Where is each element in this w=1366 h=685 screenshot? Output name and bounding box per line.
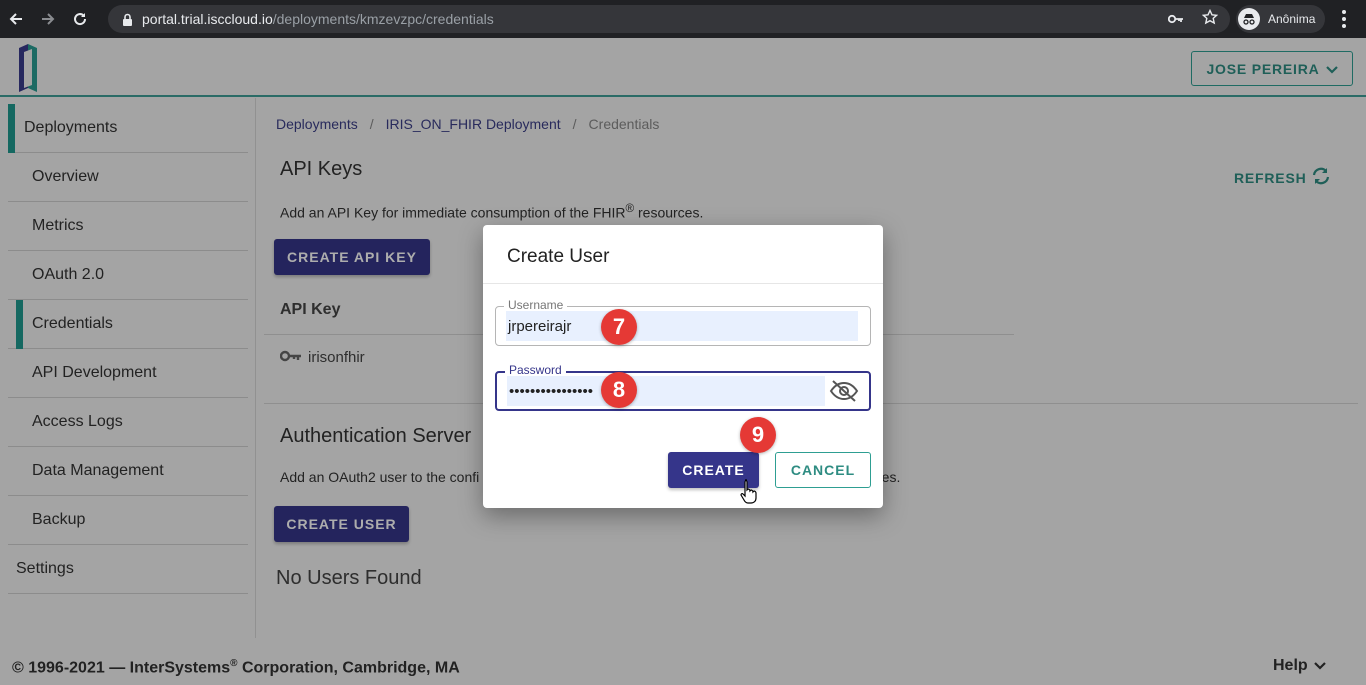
pointer-cursor-icon: [740, 478, 758, 504]
step-marker-7: 7: [601, 309, 637, 345]
incognito-icon: [1238, 8, 1260, 30]
menu-dots-icon[interactable]: [1336, 5, 1352, 33]
reload-icon[interactable]: [64, 0, 96, 38]
star-icon[interactable]: [1201, 8, 1219, 29]
create-button-label: CREATE: [682, 462, 745, 478]
cancel-button[interactable]: CANCEL: [775, 452, 871, 488]
password-input[interactable]: ••••••••••••••••: [507, 376, 825, 406]
cancel-button-label: CANCEL: [790, 462, 856, 478]
username-field[interactable]: Username jrpereirajr: [495, 298, 871, 346]
dialog-title: Create User: [507, 246, 610, 267]
address-bar[interactable]: portal.trial.isccloud.io/deployments/kmz…: [108, 5, 1230, 33]
username-input[interactable]: jrpereirajr: [506, 311, 858, 341]
url-path: /deployments/kmzevzpc/credentials: [272, 11, 494, 27]
username-label: Username: [504, 298, 568, 312]
step-marker-label: 8: [612, 377, 626, 402]
forward-icon[interactable]: [32, 0, 64, 38]
dialog-divider: [483, 283, 883, 284]
step-marker-9: 9: [740, 417, 776, 453]
profile-chip[interactable]: Anônima: [1236, 5, 1326, 33]
key-icon[interactable]: [1167, 11, 1184, 28]
password-field[interactable]: Password ••••••••••••••••: [495, 363, 871, 411]
lock-icon[interactable]: [120, 12, 134, 26]
url-text: portal.trial.isccloud.io/deployments/kmz…: [142, 11, 494, 27]
profile-label: Anônima: [1268, 12, 1316, 26]
step-marker-label: 9: [751, 422, 765, 447]
create-user-dialog: Create User Username jrpereirajr Passwor…: [483, 225, 883, 508]
step-marker-label: 7: [612, 314, 626, 339]
url-host: portal.trial.isccloud.io: [142, 11, 273, 27]
eye-off-icon[interactable]: [829, 378, 859, 404]
back-icon[interactable]: [0, 0, 32, 38]
password-label: Password: [505, 363, 566, 377]
step-marker-8: 8: [601, 372, 637, 408]
